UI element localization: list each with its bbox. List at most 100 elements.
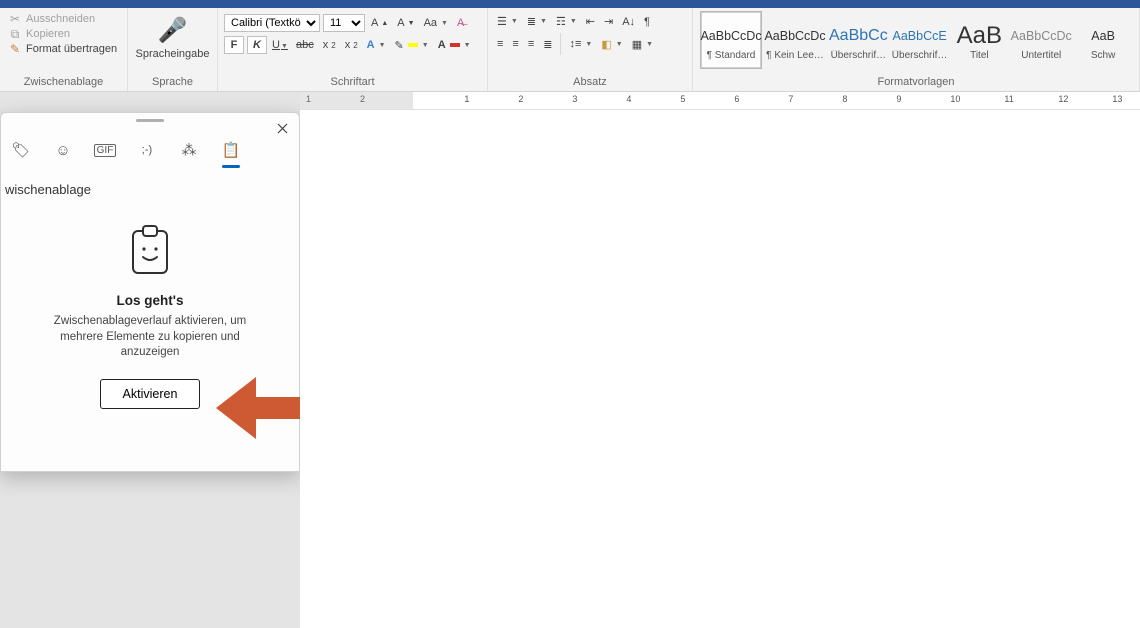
style-name: Untertitel: [1011, 50, 1071, 61]
ruler-tick: 2: [518, 94, 523, 104]
justify-button[interactable]: ≣: [540, 37, 555, 52]
copy-button[interactable]: ⧉ Kopieren: [6, 27, 121, 41]
shrink-font-button[interactable]: A▼: [394, 16, 417, 30]
panel-close-button[interactable]: [271, 117, 293, 139]
panel-description: Zwischenablageverlauf aktivieren, um meh…: [40, 314, 260, 361]
multilevel-icon: ☶: [556, 15, 566, 28]
superscript-button[interactable]: x2: [342, 38, 361, 52]
text-effects-button[interactable]: A▼: [364, 38, 389, 52]
style-card[interactable]: AaBbCcDc¶ Standard: [700, 11, 762, 69]
style-card[interactable]: AaBSchw: [1074, 11, 1132, 69]
ruler-tick: 9: [896, 94, 901, 104]
group-label-clipboard: Zwischenablage: [6, 74, 121, 91]
show-marks-button[interactable]: ¶: [641, 15, 653, 29]
bullets-icon: ☰: [497, 15, 507, 28]
underline-button[interactable]: U▼: [270, 37, 290, 53]
styles-gallery[interactable]: AaBbCcDc¶ StandardAaBbCcDc¶ Kein Lee…AaB…: [699, 10, 1133, 70]
horizontal-ruler[interactable]: 211234567891011121314: [300, 92, 1140, 110]
microphone-icon: 🎤: [157, 14, 189, 46]
ruler-tick: 4: [626, 94, 631, 104]
document-area[interactable]: 211234567891011121314: [300, 92, 1140, 628]
format-painter-button[interactable]: ✎ Format übertragen: [6, 42, 121, 56]
tab-recent[interactable]: 🏷: [9, 138, 33, 162]
group-font: Calibri (Textkö 11 A▲ A▼ Aa▼ A̶ F K U▼ a…: [218, 8, 488, 91]
ruler-tick: 6: [734, 94, 739, 104]
align-left-button[interactable]: ≡: [494, 37, 506, 51]
increase-indent-button[interactable]: ⇥: [601, 14, 616, 29]
style-card[interactable]: AaBbCcDc¶ Kein Lee…: [764, 11, 826, 69]
tab-symbols[interactable]: ⁂: [177, 138, 201, 162]
change-case-button[interactable]: Aa▼: [421, 16, 451, 30]
font-color-button[interactable]: A▼: [435, 38, 474, 52]
copy-icon: ⧉: [8, 27, 22, 41]
numbering-icon: ≣: [527, 15, 536, 28]
workspace: 🏷 ☺ GIF ;-) ⁂ 📋 wischenablage Los geht's…: [0, 92, 1140, 628]
group-language: 🎤 Spracheingabe Sprache: [128, 8, 218, 91]
italic-button[interactable]: K: [247, 36, 267, 54]
align-right-button[interactable]: ≡: [525, 37, 537, 51]
style-preview: AaBbCcDc: [764, 22, 825, 50]
bullets-button[interactable]: ☰▼: [494, 14, 521, 29]
line-spacing-button[interactable]: ↕≡▼: [566, 37, 595, 51]
group-label-styles: Formatvorlagen: [699, 74, 1133, 91]
style-name: Überschrif…: [829, 50, 888, 61]
strikethrough-button[interactable]: abc: [293, 38, 317, 52]
dictate-button[interactable]: 🎤 Spracheingabe: [133, 10, 213, 61]
style-card[interactable]: AaBbCcÜberschrif…: [828, 11, 889, 69]
subscript-button[interactable]: x2: [320, 38, 339, 52]
separator: [560, 33, 561, 55]
shading-button[interactable]: ◧▼: [598, 37, 625, 52]
style-name: Schw: [1075, 50, 1131, 61]
group-paragraph: ☰▼ ≣▼ ☶▼ ⇤ ⇥ A↓ ¶ ≡ ≡ ≡ ≣ ↕≡▼ ◧▼ ▦▼ Absa…: [488, 8, 693, 91]
highlight-button[interactable]: ✎▼: [392, 38, 432, 53]
ruler-tick: 5: [680, 94, 685, 104]
tab-gif[interactable]: GIF: [93, 138, 117, 162]
symbols-icon: ⁂: [182, 141, 197, 159]
cut-button[interactable]: ✂ Ausschneiden: [6, 12, 121, 26]
multilevel-button[interactable]: ☶▼: [553, 14, 580, 29]
bold-button[interactable]: F: [224, 36, 244, 54]
borders-button[interactable]: ▦▼: [629, 37, 656, 52]
font-size-select[interactable]: 11: [323, 14, 365, 32]
clear-format-button[interactable]: A̶: [454, 16, 467, 30]
group-styles: AaBbCcDc¶ StandardAaBbCcDc¶ Kein Lee…AaB…: [693, 8, 1140, 91]
emoji-icon: ☺: [55, 142, 70, 159]
group-label-paragraph: Absatz: [494, 74, 686, 91]
numbering-button[interactable]: ≣▼: [524, 14, 550, 29]
clipboard-smiley-icon: [129, 225, 171, 277]
ribbon: ✂ Ausschneiden ⧉ Kopieren ✎ Format übert…: [0, 8, 1140, 92]
title-bar: [0, 0, 1140, 8]
sort-button[interactable]: A↓: [619, 15, 638, 29]
style-card[interactable]: AaBbCcEÜberschrif…: [891, 11, 949, 69]
decrease-indent-button[interactable]: ⇤: [583, 14, 598, 29]
tab-emoji[interactable]: ☺: [51, 138, 75, 162]
grow-font-button[interactable]: A▲: [368, 16, 391, 30]
tab-clipboard[interactable]: 📋: [219, 138, 243, 162]
panel-grip[interactable]: [136, 119, 164, 122]
ruler-tick: 11: [1004, 94, 1013, 104]
paint-bucket-icon: ◧: [601, 38, 611, 51]
tab-kaomoji[interactable]: ;-): [135, 138, 159, 162]
scissors-icon: ✂: [8, 12, 22, 26]
style-preview: AaB: [1091, 22, 1115, 50]
panel-tabs: 🏷 ☺ GIF ;-) ⁂ 📋: [1, 124, 299, 168]
format-painter-label: Format übertragen: [26, 43, 117, 55]
cut-label: Ausschneiden: [26, 13, 95, 25]
ruler-tick: 8: [842, 94, 847, 104]
style-card[interactable]: AaBTitel: [950, 11, 1008, 69]
side-pane: 🏷 ☺ GIF ;-) ⁂ 📋 wischenablage Los geht's…: [0, 92, 300, 628]
panel-title: wischenablage: [1, 168, 299, 197]
style-name: Überschrif…: [892, 50, 948, 61]
align-center-button[interactable]: ≡: [509, 37, 521, 51]
group-label-language: Sprache: [152, 74, 193, 91]
group-label-font: Schriftart: [224, 74, 481, 91]
style-card[interactable]: AaBbCcDcUntertitel: [1010, 11, 1072, 69]
font-name-select[interactable]: Calibri (Textkö: [224, 14, 320, 32]
panel-heading: Los geht's: [117, 293, 184, 308]
style-preview: AaBbCcDc: [1011, 22, 1072, 50]
clipboard-history-panel: 🏷 ☺ GIF ;-) ⁂ 📋 wischenablage Los geht's…: [0, 112, 300, 472]
ruler-tick: 1: [464, 94, 469, 104]
ruler-tick: 1: [306, 94, 311, 104]
activate-button[interactable]: Aktivieren: [100, 379, 201, 409]
paintbrush-icon: ✎: [8, 42, 22, 56]
